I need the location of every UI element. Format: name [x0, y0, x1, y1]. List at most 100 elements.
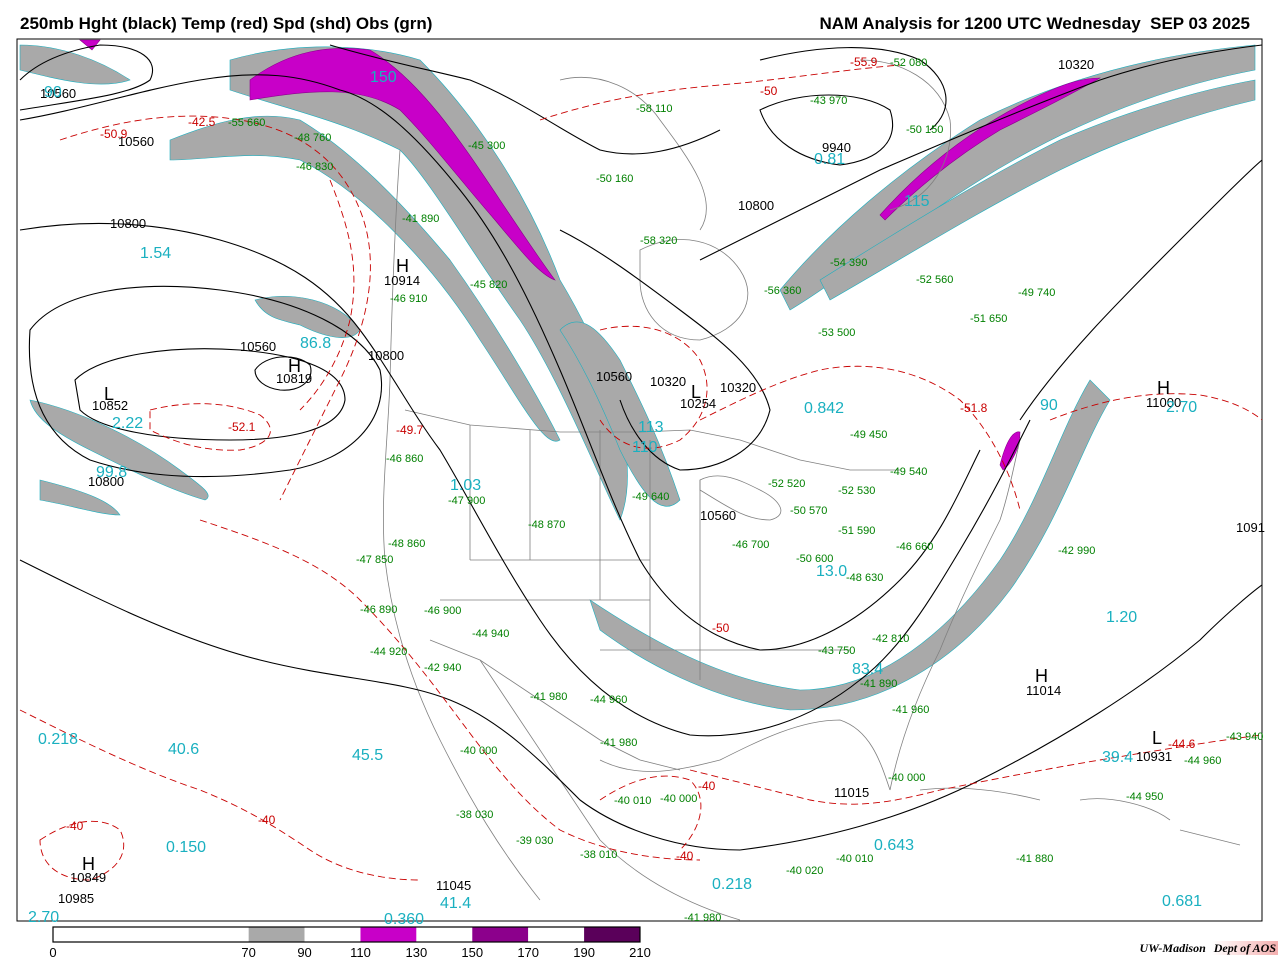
- high-center-letter: H: [1157, 378, 1170, 398]
- height-label: 10800: [738, 198, 774, 213]
- speed-label: 0.218: [712, 876, 752, 893]
- speed-label: 150: [370, 69, 397, 86]
- temp-label: -44.6: [1168, 737, 1196, 751]
- obs-label: -54 390: [830, 257, 867, 269]
- obs-label: -49 640: [632, 491, 669, 503]
- obs-label: -48 870: [528, 519, 565, 531]
- obs-label: -46 700: [732, 539, 769, 551]
- speed-label: 113: [638, 419, 664, 436]
- obs-label: -52 080: [890, 57, 927, 69]
- obs-label: -39 030: [516, 835, 553, 847]
- obs-label: -41 960: [892, 704, 929, 716]
- obs-label: -44 940: [472, 628, 509, 640]
- speed-label: 90: [1040, 397, 1058, 414]
- obs-label: -50 150: [906, 124, 943, 136]
- temp-label: -52.1: [228, 420, 256, 434]
- legend-bin: [472, 927, 529, 942]
- temp-label: -40: [698, 779, 716, 793]
- legend-bin: [304, 927, 361, 942]
- low-center-letter: L: [691, 382, 701, 402]
- credit-line: UW-Madison Dept of AOS: [1140, 941, 1278, 956]
- speed-label: 0.681: [1162, 893, 1202, 910]
- temp-label: -40: [66, 819, 84, 833]
- obs-label: -43 970: [810, 95, 847, 107]
- high-center-letter: H: [1035, 666, 1048, 686]
- temp-label: -50.9: [100, 127, 128, 141]
- obs-label: -38 010: [580, 849, 617, 861]
- obs-label: -46 860: [386, 453, 423, 465]
- speed-label: 0.150: [166, 839, 206, 856]
- obs-label: -38 030: [456, 809, 493, 821]
- legend-tick-label: 130: [406, 945, 428, 960]
- obs-label: -41 980: [600, 737, 637, 749]
- obs-label: -40 000: [888, 772, 925, 784]
- obs-label: -48 760: [294, 132, 331, 144]
- obs-label: -46 890: [360, 604, 397, 616]
- legend-tick-label: 210: [629, 945, 651, 960]
- obs-label: -44 950: [1126, 791, 1163, 803]
- obs-label: -47 850: [356, 554, 393, 566]
- obs-label: -46 660: [896, 541, 933, 553]
- speed-label: 90: [44, 84, 62, 101]
- temp-label: -55.9: [850, 55, 878, 69]
- obs-label: -49 740: [1018, 287, 1055, 299]
- legend-ticks: 0 70 90 110 130 150 170 190 210: [49, 945, 650, 960]
- obs-label: -42 990: [1058, 545, 1095, 557]
- obs-label: -52 560: [916, 274, 953, 286]
- obs-label: -58 320: [640, 235, 677, 247]
- speed-label: 86.8: [300, 335, 331, 352]
- obs-label: -41 880: [1016, 853, 1053, 865]
- obs-label: -50 600: [796, 553, 833, 565]
- high-center-letter: H: [288, 356, 301, 376]
- speed-label: 99.8: [96, 464, 127, 481]
- low-center-letter: L: [104, 384, 114, 404]
- height-label: 10985: [58, 891, 94, 906]
- credit-dept: Dept of AOS: [1211, 941, 1278, 955]
- obs-label: -40 010: [614, 795, 651, 807]
- height-label: 10320: [1058, 57, 1094, 72]
- obs-label: -46 910: [390, 293, 427, 305]
- obs-label: -49 540: [890, 466, 927, 478]
- obs-label: -46 900: [424, 605, 461, 617]
- obs-label: -40 000: [660, 793, 697, 805]
- obs-label: -42 810: [872, 633, 909, 645]
- speed-label: 40.6: [168, 741, 199, 758]
- speed-label: 0.842: [804, 400, 844, 417]
- speed-label: 1.03: [450, 477, 481, 494]
- legend-bin: [360, 927, 417, 942]
- obs-label: -48 860: [388, 538, 425, 550]
- obs-label: -52 520: [768, 478, 805, 490]
- obs-label: -51 590: [838, 525, 875, 537]
- legend-tick-label: 0: [49, 945, 56, 960]
- obs-label: -51 650: [970, 313, 1007, 325]
- legend-tick-label: 70: [241, 945, 255, 960]
- obs-label: -45 820: [470, 279, 507, 291]
- high-center-letter: H: [82, 854, 95, 874]
- speed-label: 39.4: [1102, 749, 1133, 766]
- temp-label: -40: [676, 849, 694, 863]
- height-label: 10320: [720, 380, 756, 395]
- temp-label: -49.7: [396, 423, 424, 437]
- legend-tick-label: 150: [461, 945, 483, 960]
- obs-label: -53 500: [818, 327, 855, 339]
- legend-bin: [248, 927, 305, 942]
- speed-label: 115: [904, 193, 930, 210]
- obs-label: -43 750: [818, 645, 855, 657]
- obs-label: -46 830: [296, 161, 333, 173]
- speed-label: 0.218: [38, 731, 78, 748]
- speed-label: 2.70: [1166, 399, 1197, 416]
- height-label: 1091: [1236, 520, 1265, 535]
- speed-label: 1.20: [1106, 609, 1137, 626]
- high-center-letter: H: [396, 256, 409, 276]
- obs-label: -44 960: [590, 694, 627, 706]
- obs-label: -47 900: [448, 495, 485, 507]
- obs-label: -44 920: [370, 646, 407, 658]
- speed-label: 2.22: [112, 415, 143, 432]
- obs-label: -58 110: [636, 103, 673, 115]
- legend-bins: [53, 927, 640, 942]
- height-label: 10800: [110, 216, 146, 231]
- temp-label: -50: [712, 621, 730, 635]
- height-label: 10560: [700, 508, 736, 523]
- obs-label: -50 570: [790, 505, 827, 517]
- height-label: 10320: [650, 374, 686, 389]
